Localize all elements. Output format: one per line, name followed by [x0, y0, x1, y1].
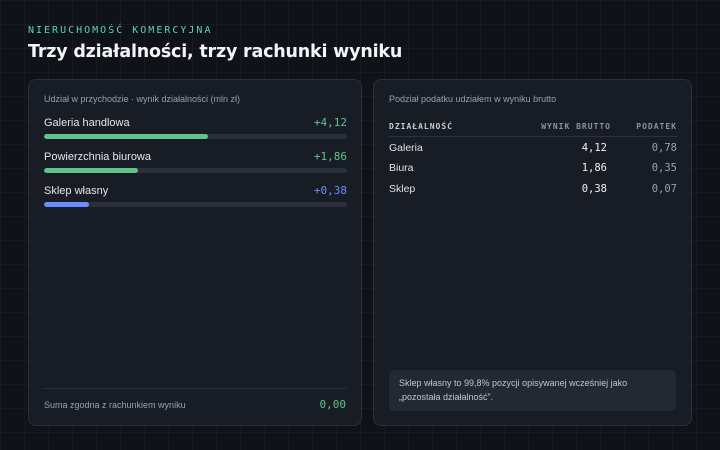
- bar-fill: [44, 134, 208, 139]
- cell-tax: 0,07: [651, 182, 677, 195]
- revenue-share-panel: Udział w przychodzie · wynik działalnośc…: [28, 79, 362, 426]
- table-row: Biura 1,86 0,35: [389, 157, 677, 178]
- sum-label: Suma zgodna z rachunkiem wyniku: [44, 400, 186, 410]
- bar-label: Galeria handlowa: [44, 117, 130, 129]
- bar-track: [44, 168, 347, 173]
- column-header-tax: PODATEK: [611, 117, 677, 137]
- bar-row-biura: Powierzchnia biurowa +1,86: [44, 150, 347, 173]
- table-row: Galeria 4,12 0,78: [389, 136, 677, 157]
- cell-tax: 0,78: [651, 142, 677, 155]
- bar-fill: [44, 168, 138, 173]
- tax-table: DZIAŁALNOŚĆ WYNIK BRUTTO PODATEK Galeria…: [389, 117, 677, 199]
- bar-fill: [44, 202, 90, 207]
- bar-value: +4,12: [313, 116, 347, 129]
- bar-track: [44, 202, 347, 207]
- cell-activity: Sklep: [389, 182, 416, 195]
- page-title: Trzy działalności, trzy rachunki wyniku: [28, 42, 403, 62]
- sum-value: 0,00: [319, 398, 347, 411]
- bar-row-galeria: Galeria handlowa +4,12: [44, 116, 347, 139]
- bar-label: Sklep własny: [44, 185, 109, 197]
- info-note: Sklep własny to 99,8% pozycji opisywanej…: [389, 370, 676, 411]
- eyebrow-label: NIERUCHOMOŚĆ KOMERCYJNA: [28, 25, 213, 36]
- cell-tax: 0,35: [651, 161, 677, 174]
- bar-value: +1,86: [313, 150, 347, 163]
- table-header-row: DZIAŁALNOŚĆ WYNIK BRUTTO PODATEK: [389, 117, 677, 137]
- cell-activity: Biura: [389, 161, 414, 174]
- cell-gross: 1,86: [581, 161, 607, 174]
- bar-label: Powierzchnia biurowa: [44, 151, 151, 163]
- tax-split-caption: Podział podatku udziałem w wyniku brutto: [389, 94, 557, 104]
- column-header-activity: DZIAŁALNOŚĆ: [389, 117, 507, 137]
- table-row: Sklep 0,38 0,07: [389, 178, 677, 199]
- tax-split-panel: Podział podatku udziałem w wyniku brutto…: [373, 79, 692, 426]
- revenue-share-caption: Udział w przychodzie · wynik działalnośc…: [44, 94, 241, 104]
- sum-divider: [44, 388, 347, 389]
- cell-gross: 4,12: [581, 142, 607, 155]
- column-header-gross: WYNIK BRUTTO: [507, 117, 611, 137]
- cell-gross: 0,38: [581, 182, 607, 195]
- bar-value: +0,38: [313, 184, 347, 197]
- bar-track: [44, 134, 347, 139]
- cell-activity: Galeria: [389, 142, 423, 155]
- bar-row-sklep: Sklep własny +0,38: [44, 184, 347, 207]
